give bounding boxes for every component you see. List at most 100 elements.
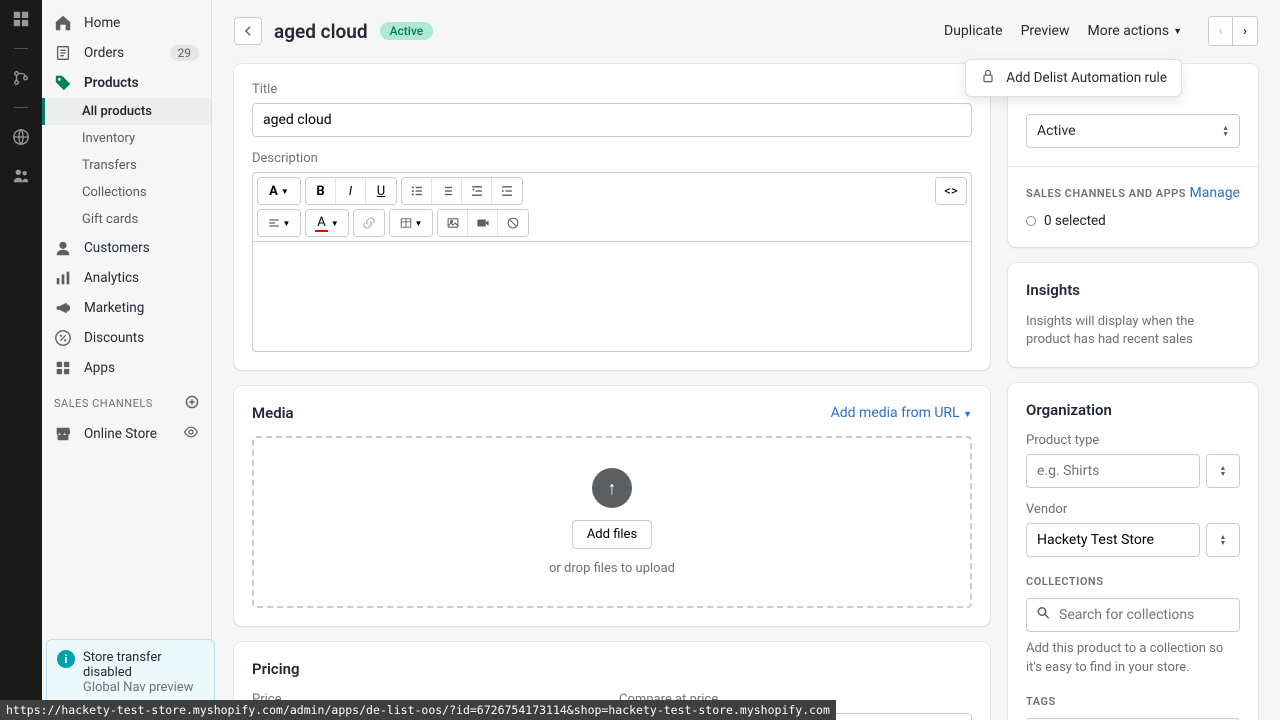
globe-icon[interactable] [12, 128, 30, 146]
customers-icon [54, 239, 72, 257]
divider [14, 107, 28, 108]
rte-link[interactable] [354, 210, 384, 236]
subnav-collections[interactable]: Collections [42, 179, 211, 206]
nav-marketing[interactable]: Marketing [42, 293, 211, 323]
analytics-icon [54, 269, 72, 287]
more-actions-button[interactable]: More actions ▼ Add Delist Automation rul… [1087, 23, 1182, 39]
rte-align[interactable]: ▼ [258, 210, 300, 236]
app-icon[interactable] [12, 10, 30, 28]
vendor-label: Vendor [1026, 502, 1240, 517]
rte-video[interactable] [468, 210, 498, 236]
back-button[interactable] [234, 17, 262, 45]
prev-next-nav: ‹ › [1208, 16, 1258, 46]
nav-label: Discounts [84, 330, 144, 346]
preview-button[interactable]: Preview [1021, 23, 1070, 39]
subnav-gift-cards[interactable]: Gift cards [42, 206, 211, 233]
nav-discounts[interactable]: Discounts [42, 323, 211, 353]
apps-icon [54, 359, 72, 377]
home-icon [54, 14, 72, 32]
branch-icon[interactable] [12, 69, 30, 87]
product-type-picker[interactable]: ▲▼ [1206, 454, 1240, 488]
eye-icon[interactable] [183, 424, 199, 444]
divider [14, 48, 28, 49]
media-heading: Media [252, 404, 294, 422]
prev-product-button[interactable]: ‹ [1209, 17, 1233, 45]
title-input[interactable] [252, 103, 972, 137]
discount-icon [54, 329, 72, 347]
orders-icon [54, 44, 72, 62]
circle-icon [1026, 216, 1036, 226]
rte-bold[interactable]: B [306, 178, 336, 204]
organization-heading: Organization [1026, 401, 1240, 419]
rte-outdent[interactable] [462, 178, 492, 204]
description-input[interactable] [253, 241, 971, 351]
store-icon [54, 425, 72, 443]
rte-number-list[interactable] [432, 178, 462, 204]
nav-orders[interactable]: Orders 29 [42, 38, 211, 68]
page-title: aged cloud [274, 20, 368, 43]
add-channel-icon[interactable] [185, 395, 199, 412]
nav-label: Marketing [84, 300, 144, 316]
nav-products[interactable]: Products [42, 68, 211, 98]
channels-label: SALES CHANNELS AND APPS [1026, 187, 1186, 200]
nav-label: Products [84, 75, 139, 91]
insights-heading: Insights [1026, 281, 1240, 299]
product-type-input[interactable] [1026, 454, 1200, 488]
collections-input[interactable] [1026, 598, 1240, 632]
dropdown-item[interactable]: Add Delist Automation rule [1006, 70, 1167, 86]
rte-paragraph[interactable]: A▼ [258, 178, 300, 204]
rte-clear[interactable] [498, 210, 528, 236]
duplicate-button[interactable]: Duplicate [944, 23, 1003, 39]
rte-html[interactable]: <> [936, 178, 966, 204]
tag-icon [54, 74, 72, 92]
nav-apps[interactable]: Apps [42, 353, 211, 383]
main-content: aged cloud Active Duplicate Preview More… [212, 0, 1280, 720]
info-icon: i [57, 650, 75, 668]
rte-underline[interactable]: U [366, 178, 396, 204]
more-actions-dropdown: Add Delist Automation rule [965, 59, 1182, 97]
rte-text-color[interactable]: A▼ [306, 210, 348, 236]
rte-table[interactable]: ▼ [390, 210, 432, 236]
title-card: Title Description A▼ B I U [234, 64, 990, 370]
lock-icon [980, 68, 996, 88]
search-icon [1036, 606, 1051, 625]
people-icon[interactable] [12, 166, 30, 184]
media-card: Media Add media from URL ▼ ↑ Add files o… [234, 386, 990, 626]
subnav-transfers[interactable]: Transfers [42, 152, 211, 179]
next-product-button[interactable]: › [1233, 17, 1257, 45]
vendor-picker[interactable]: ▲▼ [1206, 523, 1240, 557]
manage-channels-link[interactable]: Manage [1190, 185, 1240, 201]
rte-image[interactable] [438, 210, 468, 236]
subnav-inventory[interactable]: Inventory [42, 125, 211, 152]
rte-italic[interactable]: I [336, 178, 366, 204]
drop-hint: or drop files to upload [549, 561, 675, 576]
nav-analytics[interactable]: Analytics [42, 263, 211, 293]
icon-rail [0, 0, 42, 720]
nav-label: Orders [84, 45, 124, 61]
collections-hint: Add this product to a collection so it's… [1026, 640, 1240, 676]
nav-home[interactable]: Home [42, 8, 211, 38]
nav-online-store[interactable]: Online Store [42, 418, 211, 450]
sidebar: Home Orders 29 Products All products Inv… [42, 0, 212, 720]
selected-count: 0 selected [1026, 213, 1240, 229]
vendor-input[interactable] [1026, 523, 1200, 557]
rte-bullet-list[interactable] [402, 178, 432, 204]
description-label: Description [252, 151, 972, 166]
add-files-button[interactable]: Add files [572, 520, 652, 549]
rte-indent[interactable] [492, 178, 522, 204]
subnav-all-products[interactable]: All products [42, 98, 211, 125]
nav-label: Home [84, 15, 120, 31]
media-dropzone[interactable]: ↑ Add files or drop files to upload [252, 436, 972, 608]
nav-label: Customers [84, 240, 150, 256]
nav-customers[interactable]: Customers [42, 233, 211, 263]
insights-text: Insights will display when the product h… [1026, 313, 1240, 349]
page-header: aged cloud Active Duplicate Preview More… [234, 16, 1258, 46]
status-badge: Active [380, 22, 434, 40]
insights-card: Insights Insights will display when the … [1008, 263, 1258, 367]
pricing-heading: Pricing [252, 660, 972, 678]
toast-notification: i Store transfer disabled Global Nav pre… [46, 639, 215, 706]
status-select[interactable]: Active ▲▼ [1026, 114, 1240, 148]
upload-icon: ↑ [592, 468, 632, 508]
add-media-url-link[interactable]: Add media from URL ▼ [831, 405, 972, 421]
rich-text-editor: A▼ B I U < [252, 172, 972, 352]
